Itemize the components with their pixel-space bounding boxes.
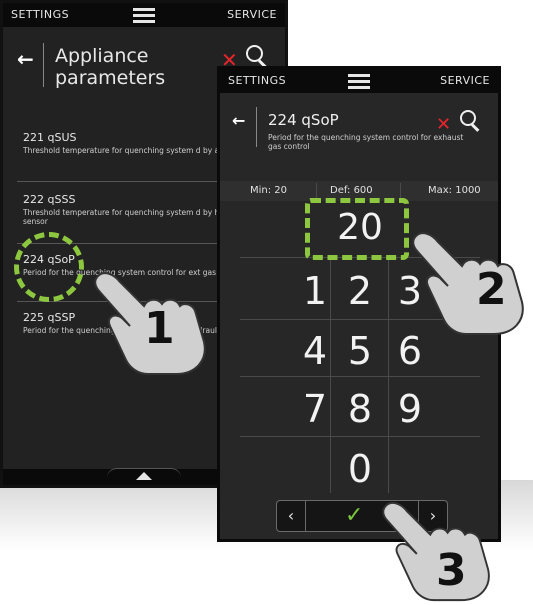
default-value: Def: 600 bbox=[330, 185, 373, 196]
divider bbox=[400, 183, 401, 199]
top-bar: SETTINGS SERVICE bbox=[3, 3, 285, 27]
close-icon[interactable]: ✕ bbox=[436, 114, 451, 135]
settings-tab[interactable]: SETTINGS bbox=[228, 74, 286, 87]
page-title: Appliance parameters bbox=[55, 45, 166, 89]
menu-icon[interactable] bbox=[127, 5, 161, 25]
scroll-up-button[interactable] bbox=[107, 468, 181, 485]
highlight-circle bbox=[14, 232, 84, 302]
service-tab[interactable]: SERVICE bbox=[227, 8, 277, 21]
prev-button[interactable]: ‹ bbox=[277, 501, 306, 531]
max-value: Max: 1000 bbox=[428, 185, 481, 196]
step-3-label: 3 bbox=[436, 545, 467, 596]
top-bar: SETTINGS SERVICE bbox=[220, 69, 498, 93]
highlight-rect bbox=[305, 198, 409, 260]
param-description: Period for the quenching system control … bbox=[268, 133, 464, 151]
confirm-button[interactable]: ✓ bbox=[345, 503, 363, 528]
back-arrow-icon[interactable]: ← bbox=[17, 47, 34, 71]
key-0[interactable]: 0 bbox=[330, 447, 390, 491]
divider bbox=[240, 376, 480, 377]
up-arrow-icon bbox=[136, 472, 152, 480]
settings-tab[interactable]: SETTINGS bbox=[11, 8, 69, 21]
header-divider bbox=[43, 43, 44, 87]
divider bbox=[316, 183, 317, 199]
min-value: Min: 20 bbox=[250, 185, 288, 196]
step-2-label: 2 bbox=[476, 264, 507, 315]
menu-icon[interactable] bbox=[342, 71, 376, 91]
divider bbox=[240, 436, 480, 437]
key-9[interactable]: 9 bbox=[380, 387, 440, 431]
back-arrow-icon[interactable]: ← bbox=[232, 111, 245, 130]
search-icon[interactable] bbox=[460, 110, 484, 134]
step-1-label: 1 bbox=[144, 303, 175, 354]
header-divider bbox=[256, 107, 257, 147]
pointing-hand-icon bbox=[412, 232, 524, 335]
param-title: 224 qSoP bbox=[268, 111, 339, 129]
service-tab[interactable]: SERVICE bbox=[440, 74, 490, 87]
